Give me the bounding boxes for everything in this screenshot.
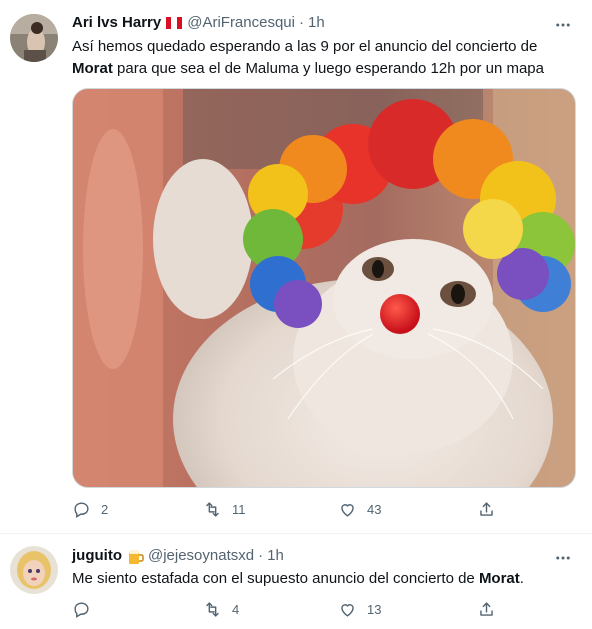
retweet-button[interactable]: 11 xyxy=(203,500,246,519)
beer-emoji xyxy=(126,549,144,564)
reply-icon xyxy=(74,502,89,518)
more-icon[interactable] xyxy=(554,549,572,567)
tweet-text-before: Me siento estafada con el supuesto anunc… xyxy=(72,570,479,587)
author-handle[interactable]: @jejesoynatsxd xyxy=(148,547,254,564)
peru-flag-emoji xyxy=(165,16,183,30)
tweet-text: Me siento estafada con el supuesto anunc… xyxy=(72,568,572,590)
tweet-actions: 4 13 xyxy=(72,600,502,624)
heart-icon xyxy=(341,504,354,517)
mention-morat: Morat xyxy=(72,60,113,77)
reply-button[interactable] xyxy=(72,600,101,619)
retweet-count: 11 xyxy=(232,502,246,517)
tweet-media-image[interactable] xyxy=(72,88,576,488)
like-button[interactable]: 43 xyxy=(338,500,381,519)
author-name[interactable]: Ari lvs Harry xyxy=(72,14,161,31)
reply-button[interactable]: 2 xyxy=(72,500,108,519)
heart-icon xyxy=(341,604,354,617)
like-count: 13 xyxy=(367,602,382,617)
share-icon xyxy=(480,502,493,516)
retweet-button[interactable]: 4 xyxy=(203,600,239,619)
reply-icon xyxy=(74,602,89,618)
tweet-text-line1: Así hemos quedado esperando a las 9 por … xyxy=(72,38,538,55)
separator-dot: · xyxy=(258,547,264,564)
avatar[interactable] xyxy=(10,546,58,594)
tweet-actions: 2 11 43 xyxy=(72,500,502,524)
like-button[interactable]: 13 xyxy=(338,600,381,619)
share-button[interactable] xyxy=(477,500,496,519)
like-count: 43 xyxy=(367,502,382,517)
share-button[interactable] xyxy=(477,600,496,619)
retweet-icon xyxy=(206,502,219,517)
retweet-count: 4 xyxy=(232,602,240,617)
reply-count: 2 xyxy=(101,502,109,517)
tweet-text-after: . xyxy=(519,570,524,587)
author-handle[interactable]: @AriFrancesqui xyxy=(187,14,295,31)
timestamp[interactable]: 1h xyxy=(267,547,284,564)
separator-dot: · xyxy=(298,14,304,31)
tweet[interactable]: juguito @jejesoynatsxd · 1h Me siento es… xyxy=(0,534,592,629)
tweet-text: Así hemos quedado esperando a las 9 por … xyxy=(72,36,572,80)
tweet-text-line2: para que sea el de Maluma y luego espera… xyxy=(112,60,544,77)
retweet-icon xyxy=(206,602,219,617)
more-icon[interactable] xyxy=(554,16,572,34)
timestamp[interactable]: 1h xyxy=(308,14,325,31)
author-name[interactable]: juguito xyxy=(72,547,122,564)
share-icon xyxy=(480,602,493,616)
tweet[interactable]: Ari lvs Harry @AriFrancesqui · 1h Así he… xyxy=(0,0,592,534)
mention-morat: Morat xyxy=(478,570,520,587)
avatar[interactable] xyxy=(10,14,58,62)
